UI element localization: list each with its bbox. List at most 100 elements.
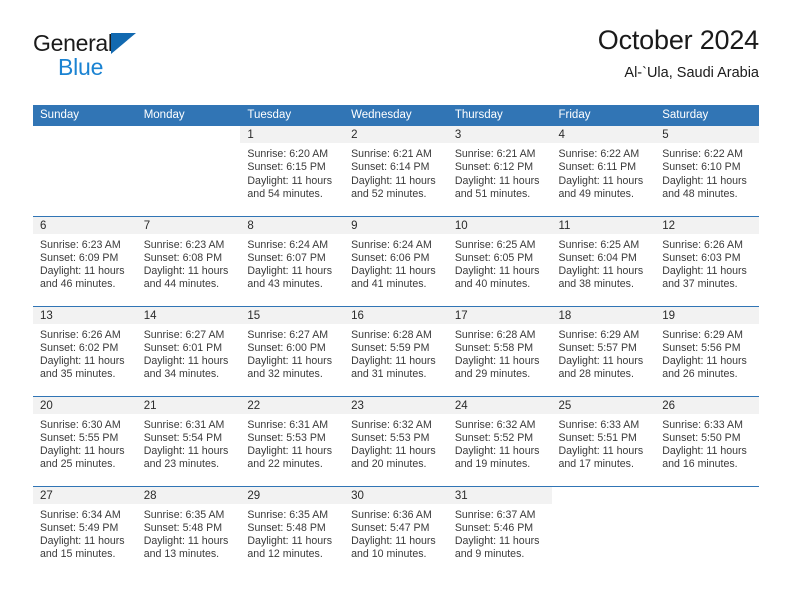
daylight-text: Daylight: 11 hours	[351, 355, 436, 368]
sunset-text: Sunset: 5:51 PM	[558, 431, 637, 444]
daylight-text: Daylight: 11 hours	[454, 535, 540, 548]
calendar-day-cell[interactable]: 8 Sunrise: 6:24 AM Sunset: 6:07 PM Daylight…	[240, 215, 345, 306]
day-details: Sunrise: 6:23 AM Sunset: 6:09 PM Daylight:…	[33, 234, 137, 292]
sunrise-text: Sunrise: 6:33 AM	[558, 418, 640, 431]
sunrise-text: Sunrise: 6:34 AM	[40, 508, 121, 521]
calendar-day-cell[interactable]: 2 Sunrise: 6:21 AM Sunset: 6:14 PM Daylight…	[344, 126, 448, 216]
calendar-day-cell[interactable]: 17 Sunrise: 6:28 AM Sunset: 5:58 PM Dayligh…	[447, 305, 552, 396]
calendar-day-cell[interactable]: 9 Sunrise: 6:24 AM Sunset: 6:06 PM Daylight…	[344, 215, 448, 306]
day-number: 21	[136, 396, 241, 414]
daylight-text: Daylight: 11 hours	[247, 355, 333, 368]
day-number: 3	[447, 126, 552, 143]
sunrise-text: Sunrise: 6:32 AM	[454, 418, 536, 431]
calendar-week-row: 13 Sunrise: 6:26 AM Sunset: 6:02 PM Dayligh…	[33, 305, 759, 396]
daylight-text: Daylight: 11 hours	[454, 445, 540, 458]
day-number: 5	[655, 126, 759, 143]
daylight-text: and 35 minutes.	[40, 368, 116, 381]
sunrise-text: Sunrise: 6:28 AM	[454, 328, 536, 341]
day-details: Sunrise: 6:33 AM Sunset: 5:50 PM Daylight:…	[655, 414, 759, 472]
day-details: Sunrise: 6:29 AM Sunset: 5:56 PM Daylight:…	[655, 324, 759, 382]
daylight-text: Daylight: 11 hours	[143, 355, 229, 368]
daylight-text: Daylight: 11 hours	[247, 174, 333, 187]
day-details: Sunrise: 6:28 AM Sunset: 5:59 PM Daylight:…	[344, 324, 448, 382]
day-details: Sunrise: 6:34 AM Sunset: 5:49 PM Daylight:…	[33, 504, 137, 562]
daylight-text: and 29 minutes.	[454, 368, 531, 381]
sunset-text: Sunset: 5:47 PM	[351, 521, 430, 534]
day-details: Sunrise: 6:31 AM Sunset: 5:54 PM Daylight:…	[137, 414, 241, 472]
day-number: 14	[136, 306, 241, 324]
sunset-text: Sunset: 6:05 PM	[454, 251, 534, 264]
sunset-text: Sunset: 6:04 PM	[558, 251, 637, 264]
daylight-text: and 54 minutes.	[247, 187, 323, 200]
day-details: Sunrise: 6:31 AM Sunset: 5:53 PM Daylight:…	[240, 414, 344, 472]
daylight-text: Daylight: 11 hours	[351, 445, 436, 458]
daylight-text: Daylight: 11 hours	[351, 535, 436, 548]
calendar-day-cell[interactable]: 30 Sunrise: 6:36 AM Sunset: 5:47 PM Dayligh…	[344, 485, 448, 576]
daylight-text: Daylight: 11 hours	[558, 174, 644, 187]
sunrise-text: Sunrise: 6:22 AM	[558, 148, 640, 160]
day-details: Sunrise: 6:32 AM Sunset: 5:53 PM Daylight:…	[344, 414, 448, 472]
daylight-text: and 31 minutes.	[351, 368, 427, 381]
day-number: 15	[240, 306, 345, 324]
calendar-day-cell[interactable]: 4 Sunrise: 6:22 AM Sunset: 6:11 PM Daylight…	[551, 126, 656, 216]
calendar-day-cell[interactable]: 28 Sunrise: 6:35 AM Sunset: 5:48 PM Dayligh…	[136, 485, 241, 576]
daylight-text: and 32 minutes.	[247, 368, 323, 381]
daylight-text: and 15 minutes.	[40, 548, 116, 561]
day-number: 19	[655, 306, 759, 324]
daylight-text: Daylight: 11 hours	[662, 265, 747, 278]
daylight-text: and 34 minutes.	[143, 368, 220, 381]
day-number: 31	[447, 486, 552, 504]
calendar-day-cell[interactable]: 16 Sunrise: 6:28 AM Sunset: 5:59 PM Dayligh…	[344, 305, 448, 396]
calendar-day-cell[interactable]: 3 Sunrise: 6:21 AM Sunset: 6:12 PM Daylight…	[447, 126, 552, 216]
calendar-day-cell[interactable]: 26 Sunrise: 6:33 AM Sunset: 5:50 PM Dayligh…	[655, 395, 759, 486]
day-details: Sunrise: 6:27 AM Sunset: 6:01 PM Daylight:…	[137, 324, 241, 382]
sunrise-text: Sunrise: 6:28 AM	[351, 328, 432, 341]
calendar-day-cell[interactable]: 18 Sunrise: 6:29 AM Sunset: 5:57 PM Dayligh…	[551, 305, 656, 396]
day-details: Sunrise: 6:35 AM Sunset: 5:48 PM Daylight:…	[137, 504, 241, 562]
sunrise-text: Sunrise: 6:31 AM	[247, 418, 329, 431]
calendar-day-cell[interactable]: 25 Sunrise: 6:33 AM Sunset: 5:51 PM Dayligh…	[551, 395, 656, 486]
day-details	[552, 504, 656, 509]
day-number: 4	[551, 126, 656, 143]
calendar-day-cell[interactable]: 23 Sunrise: 6:32 AM Sunset: 5:53 PM Dayligh…	[344, 395, 448, 486]
day-details: Sunrise: 6:24 AM Sunset: 6:06 PM Daylight:…	[344, 234, 448, 292]
calendar-day-cell[interactable]: 14 Sunrise: 6:27 AM Sunset: 6:01 PM Dayligh…	[136, 305, 241, 396]
calendar-day-cell[interactable]: 7 Sunrise: 6:23 AM Sunset: 6:08 PM Daylight…	[136, 215, 241, 306]
generalblue-logo[interactable]: General Blue	[33, 26, 145, 79]
daylight-text: Daylight: 11 hours	[454, 265, 540, 278]
calendar-day-cell[interactable]: 1 Sunrise: 6:20 AM Sunset: 6:15 PM Daylight…	[240, 126, 345, 216]
calendar-cell-empty	[136, 126, 241, 216]
calendar-day-cell[interactable]: 20 Sunrise: 6:30 AM Sunset: 5:55 PM Dayligh…	[33, 395, 137, 486]
day-number: 24	[447, 396, 552, 414]
sunset-text: Sunset: 5:55 PM	[40, 431, 119, 444]
calendar-week-row: 6 Sunrise: 6:23 AM Sunset: 6:09 PM Daylight…	[33, 215, 759, 306]
calendar-day-cell[interactable]: 10 Sunrise: 6:25 AM Sunset: 6:05 PM Dayligh…	[447, 215, 552, 306]
daylight-text: Daylight: 11 hours	[558, 355, 644, 368]
calendar-day-cell[interactable]: 31 Sunrise: 6:37 AM Sunset: 5:46 PM Dayligh…	[447, 485, 552, 576]
day-number: 8	[240, 216, 345, 234]
sunset-text: Sunset: 6:10 PM	[662, 161, 741, 174]
sunrise-text: Sunrise: 6:24 AM	[247, 238, 329, 251]
calendar-day-cell[interactable]: 24 Sunrise: 6:32 AM Sunset: 5:52 PM Dayligh…	[447, 395, 552, 486]
calendar-day-cell[interactable]: 5 Sunrise: 6:22 AM Sunset: 6:10 PM Daylight…	[655, 126, 759, 216]
daylight-text: Daylight: 11 hours	[143, 445, 229, 458]
calendar-day-cell[interactable]: 13 Sunrise: 6:26 AM Sunset: 6:02 PM Dayligh…	[33, 305, 137, 396]
calendar-day-cell[interactable]: 12 Sunrise: 6:26 AM Sunset: 6:03 PM Dayligh…	[655, 215, 759, 306]
calendar-day-cell[interactable]: 15 Sunrise: 6:27 AM Sunset: 6:00 PM Dayligh…	[240, 305, 345, 396]
calendar-day-cell[interactable]: 21 Sunrise: 6:31 AM Sunset: 5:54 PM Dayligh…	[136, 395, 241, 486]
day-details: Sunrise: 6:33 AM Sunset: 5:51 PM Daylight:…	[552, 414, 656, 472]
day-number: 30	[344, 486, 448, 504]
calendar-day-cell[interactable]: 19 Sunrise: 6:29 AM Sunset: 5:56 PM Dayligh…	[655, 305, 759, 396]
calendar-week-row: 1 Sunrise: 6:20 AM Sunset: 6:15 PM Daylight…	[33, 126, 759, 216]
calendar-day-cell[interactable]: 22 Sunrise: 6:31 AM Sunset: 5:53 PM Dayligh…	[240, 395, 345, 486]
sunset-text: Sunset: 6:07 PM	[247, 251, 326, 264]
weekday-header-tuesday: Tuesday	[240, 105, 345, 126]
calendar-day-cell[interactable]: 11 Sunrise: 6:25 AM Sunset: 6:04 PM Dayligh…	[551, 215, 656, 306]
daylight-text: and 49 minutes.	[558, 187, 634, 200]
calendar-day-cell[interactable]: 27 Sunrise: 6:34 AM Sunset: 5:49 PM Dayligh…	[33, 485, 137, 576]
calendar-day-cell[interactable]: 29 Sunrise: 6:35 AM Sunset: 5:48 PM Dayligh…	[240, 485, 345, 576]
day-details: Sunrise: 6:22 AM Sunset: 6:11 PM Daylight:…	[552, 143, 656, 201]
daylight-text: Daylight: 11 hours	[143, 265, 229, 278]
calendar-day-cell[interactable]: 6 Sunrise: 6:23 AM Sunset: 6:09 PM Daylight…	[33, 215, 137, 306]
sunset-text: Sunset: 6:03 PM	[662, 251, 741, 264]
